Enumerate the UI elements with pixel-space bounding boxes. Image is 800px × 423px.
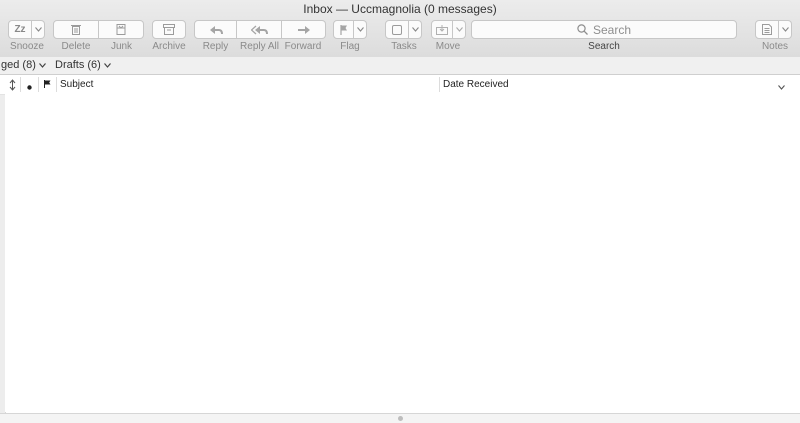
chevron-down-icon <box>34 27 42 32</box>
reply-all-button[interactable] <box>237 20 282 39</box>
chevron-down-icon <box>356 27 364 32</box>
notes-icon <box>762 24 772 35</box>
unread-dot-icon[interactable] <box>27 82 32 93</box>
toolbar: Inbox — Uccmagnolia (0 messages) Zz Snoo… <box>0 0 800 58</box>
resize-handle-icon[interactable] <box>398 416 403 421</box>
snooze-icon: Zz <box>14 24 26 35</box>
flag-column-icon[interactable] <box>44 80 51 91</box>
chevron-down-icon <box>781 27 789 32</box>
column-separator[interactable] <box>20 77 21 92</box>
favorites-bar: ged (8) Drafts (6) <box>0 57 800 75</box>
search-label: Search <box>588 41 620 52</box>
snooze-button[interactable]: Zz <box>8 20 32 39</box>
archive-label: Archive <box>152 41 186 52</box>
favorite-drafts[interactable]: Drafts (6) <box>55 59 111 71</box>
window-title: Inbox — Uccmagnolia (0 messages) <box>303 2 497 16</box>
chevron-down-icon <box>411 27 419 32</box>
move-icon <box>436 24 448 35</box>
column-separator[interactable] <box>439 77 440 92</box>
column-separator[interactable] <box>56 77 57 92</box>
forward-button[interactable] <box>282 20 326 39</box>
move-label: Move <box>435 41 461 52</box>
reply-icon <box>209 25 223 35</box>
forward-icon <box>297 25 311 35</box>
checkbox-icon <box>392 24 402 35</box>
search-icon <box>577 24 588 35</box>
tasks-menu-button[interactable] <box>409 20 422 39</box>
move-button[interactable] <box>431 20 453 39</box>
delete-button[interactable] <box>53 20 99 39</box>
flag-icon <box>339 24 348 35</box>
tasks-label: Tasks <box>391 41 417 52</box>
reply-button[interactable] <box>194 20 237 39</box>
forward-label: Forward <box>284 41 322 52</box>
favorite-label: Drafts (6) <box>55 59 101 71</box>
chevron-down-icon <box>455 27 463 32</box>
junk-label: Junk <box>110 41 133 52</box>
column-header: Subject Date Received <box>0 75 800 95</box>
chevron-down-icon[interactable] <box>778 82 785 93</box>
archive-button[interactable] <box>152 20 186 39</box>
snooze-menu-button[interactable] <box>32 20 45 39</box>
snooze-label: Snooze <box>10 41 44 52</box>
chevron-down-icon <box>103 59 111 71</box>
tasks-button[interactable] <box>385 20 409 39</box>
favorite-label: ged (8) <box>1 59 36 71</box>
message-list[interactable] <box>5 94 800 412</box>
sort-thread-icon[interactable] <box>9 79 16 94</box>
flag-button[interactable] <box>333 20 354 39</box>
column-separator[interactable] <box>38 77 39 92</box>
junk-button[interactable] <box>99 20 144 39</box>
date-received-column-header[interactable]: Date Received <box>443 79 509 90</box>
flag-menu-button[interactable] <box>354 20 367 39</box>
chevron-down-icon <box>38 59 46 71</box>
archive-icon <box>163 24 175 35</box>
trash-icon <box>71 24 81 35</box>
notes-button[interactable] <box>755 20 779 39</box>
move-menu-button[interactable] <box>453 20 466 39</box>
subject-column-header[interactable]: Subject <box>60 79 93 90</box>
search-input[interactable]: Search <box>471 20 737 39</box>
reply-all-label: Reply All <box>240 41 279 52</box>
search-placeholder: Search <box>592 22 632 37</box>
junk-icon <box>116 24 126 35</box>
notes-label: Notes <box>761 41 789 52</box>
notes-menu-button[interactable] <box>779 20 792 39</box>
flag-label: Flag <box>340 41 360 52</box>
reply-all-icon <box>250 25 268 35</box>
delete-label: Delete <box>61 41 91 52</box>
reply-label: Reply <box>202 41 229 52</box>
favorite-flagged[interactable]: ged (8) <box>1 59 46 71</box>
